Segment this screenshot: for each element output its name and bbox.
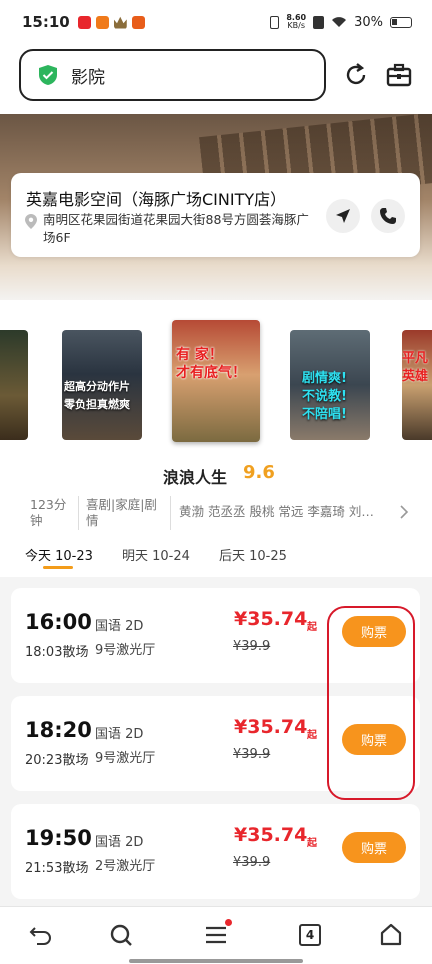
phone-icon	[380, 208, 396, 224]
menu-icon	[206, 926, 226, 944]
chevron-right-icon[interactable]	[398, 504, 410, 520]
show-price: ¥35.74	[234, 716, 308, 738]
movie-cast: 黄渤 范丞丞 殷桃 常远 李嘉琦 刘…	[179, 504, 374, 519]
call-button[interactable]	[371, 199, 405, 233]
battery-icon	[390, 16, 412, 28]
price-suffix: 起	[307, 622, 317, 633]
original-price: ¥39.9	[233, 855, 271, 870]
show-end-time: 18:03散场	[25, 645, 89, 660]
price-suffix: 起	[307, 730, 317, 741]
show-end-time: 21:53散场	[25, 861, 89, 876]
tabs-icon: 4	[299, 924, 321, 946]
price-suffix: 起	[307, 838, 317, 849]
tab-day-after[interactable]: 后天 10-25	[219, 545, 287, 564]
cinema-name: 英嘉电影空间（海豚广场CINITY店）	[26, 190, 287, 209]
show-language: 国语 2D	[95, 619, 144, 634]
movie-score: 9.6	[243, 462, 275, 483]
movie-poster-carousel[interactable]: 超高分动作片 零负担真燃爽 有 家！ 才有底气！ 剧情爽! 不说教! 不陪唱! …	[0, 300, 432, 460]
navigation-arrow-icon	[336, 209, 350, 223]
show-price: ¥35.74	[234, 824, 308, 846]
movie-poster[interactable]: 剧情爽! 不说教! 不陪唱!	[290, 330, 370, 440]
date-tabs: 今天 10-23 明天 10-24 后天 10-25	[0, 541, 432, 577]
show-start-time: 18:20	[25, 718, 92, 742]
show-hall: 9号激光厅	[95, 751, 156, 766]
movie-genres: 喜剧|家庭|剧情	[86, 497, 157, 528]
search-text: 影院	[71, 67, 105, 88]
navigate-button[interactable]	[326, 199, 360, 233]
poster-caption: 剧情爽! 不说教! 不陪唱!	[302, 371, 347, 422]
vibrate-icon	[270, 15, 280, 29]
active-tab-indicator	[43, 566, 73, 569]
top-bar: 影院	[0, 44, 432, 114]
sim-off-icon	[313, 15, 325, 29]
poster-caption: 超高分动作片 零负担真燃爽	[64, 380, 130, 411]
show-start-time: 19:50	[25, 826, 92, 850]
battery-percent: 30%	[354, 14, 383, 30]
search-box[interactable]: 影院	[19, 49, 326, 101]
back-icon	[29, 927, 51, 945]
original-price: ¥39.9	[233, 747, 271, 762]
cinema-card[interactable]: 英嘉电影空间（海豚广场CINITY店） 南明区花果园街道花果园大街88号方圆荟海…	[11, 173, 420, 257]
divider	[78, 496, 79, 530]
movie-poster[interactable]: 平凡 英雄	[402, 330, 432, 440]
poster-caption: 有 家！ 才有底气！	[176, 347, 246, 381]
wifi-icon	[332, 17, 347, 27]
show-hall: 9号激光厅	[95, 643, 156, 658]
showtime-card[interactable]: 18:20 20:23散场 国语 2D 9号激光厅 ¥35.74 起 ¥39.9…	[11, 696, 420, 791]
buy-ticket-button[interactable]: 购票	[342, 616, 406, 647]
home-indicator[interactable]	[129, 959, 303, 963]
location-pin-icon	[25, 214, 37, 229]
movie-duration: 123分钟	[30, 497, 67, 528]
show-language: 国语 2D	[95, 727, 144, 742]
tab-tomorrow[interactable]: 明天 10-24	[122, 545, 190, 564]
home-icon	[380, 923, 402, 946]
show-start-time: 16:00	[25, 610, 92, 634]
tab-today[interactable]: 今天 10-23	[25, 545, 93, 564]
cinema-address: 南明区花果园街道花果园大街88号方圆荟海豚广场6F	[43, 212, 309, 245]
net-speed-unit: KB/s	[287, 21, 306, 30]
tabs-button[interactable]: 4	[297, 922, 323, 948]
search-button[interactable]	[108, 922, 134, 948]
show-hall: 2号激光厅	[95, 859, 156, 874]
notification-app-icon	[77, 15, 91, 29]
notification-app-icon	[95, 15, 109, 29]
notification-dot	[225, 919, 232, 926]
divider	[170, 496, 171, 530]
original-price: ¥39.9	[233, 639, 271, 654]
crown-icon	[113, 16, 127, 29]
refresh-icon[interactable]	[342, 61, 370, 89]
show-language: 国语 2D	[95, 835, 144, 850]
movie-poster[interactable]: 超高分动作片 零负担真燃爽	[62, 330, 142, 440]
show-end-time: 20:23散场	[25, 753, 89, 768]
notification-app-icon	[131, 15, 145, 29]
toolbox-icon[interactable]	[385, 61, 413, 89]
movie-title: 浪浪人生	[163, 468, 228, 487]
bottom-nav: 4	[0, 906, 432, 964]
show-price: ¥35.74	[234, 608, 308, 630]
search-icon	[110, 924, 132, 946]
status-time: 15:10	[22, 13, 70, 31]
buy-ticket-button[interactable]: 购票	[342, 724, 406, 755]
poster-caption: 平凡 英雄	[402, 351, 429, 384]
movie-poster[interactable]	[0, 330, 28, 440]
buy-ticket-button[interactable]: 购票	[342, 832, 406, 863]
showtime-card[interactable]: 19:50 21:53散场 国语 2D 2号激光厅 ¥35.74 起 ¥39.9…	[11, 804, 420, 899]
menu-button[interactable]	[203, 919, 232, 948]
tab-count: 4	[305, 928, 315, 942]
home-button[interactable]	[378, 922, 404, 948]
showtime-card[interactable]: 16:00 18:03散场 国语 2D 9号激光厅 ¥35.74 起 ¥39.9…	[11, 588, 420, 683]
shield-icon	[39, 65, 57, 85]
back-button[interactable]	[28, 922, 54, 948]
movie-poster-selected[interactable]: 有 家！ 才有底气！	[172, 320, 260, 442]
net-speed: 8.60 KB/s	[286, 14, 306, 30]
status-bar: 15:10 8.60 KB/s 30%	[0, 0, 432, 44]
